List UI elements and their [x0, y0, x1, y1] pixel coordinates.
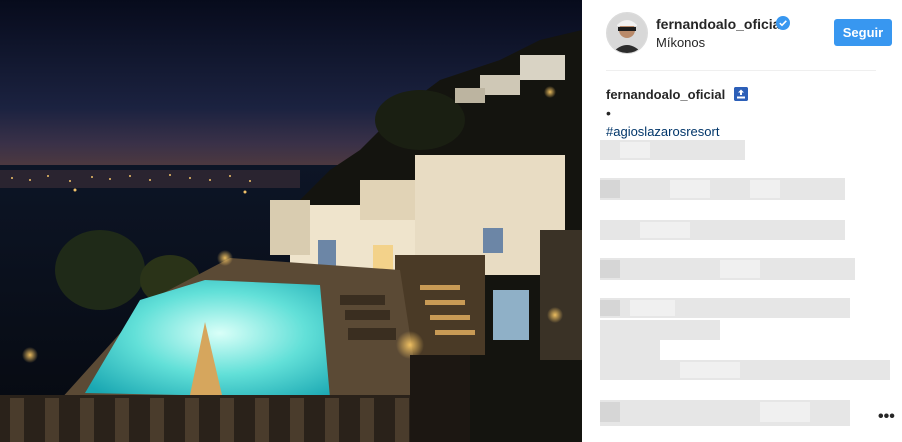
- hashtag-link[interactable]: #agioslazarosresort: [606, 124, 886, 139]
- post-caption: fernandoalo_oficial • #agioslazarosresor…: [606, 86, 886, 139]
- blurred-comments: [600, 140, 890, 430]
- post-author-username[interactable]: fernandoalo_oficial: [656, 16, 784, 32]
- more-options-icon[interactable]: •••: [878, 408, 895, 426]
- caption-bullet: •: [606, 105, 611, 121]
- avatar-image: [607, 13, 647, 53]
- top-emoji-icon: [733, 87, 748, 101]
- post-side-panel: fernandoalo_oficial Míkonos Seguir ferna…: [582, 0, 902, 442]
- avatar[interactable]: [606, 12, 648, 54]
- pixelated-comments-image: [600, 140, 890, 426]
- photo-scene: [0, 0, 582, 442]
- follow-button[interactable]: Seguir: [834, 19, 892, 46]
- caption-username[interactable]: fernandoalo_oficial: [606, 87, 725, 102]
- verified-badge-icon: [776, 16, 790, 30]
- post-location[interactable]: Míkonos: [656, 35, 705, 50]
- post-header: fernandoalo_oficial Míkonos Seguir: [606, 12, 892, 71]
- post-photo[interactable]: [0, 0, 582, 442]
